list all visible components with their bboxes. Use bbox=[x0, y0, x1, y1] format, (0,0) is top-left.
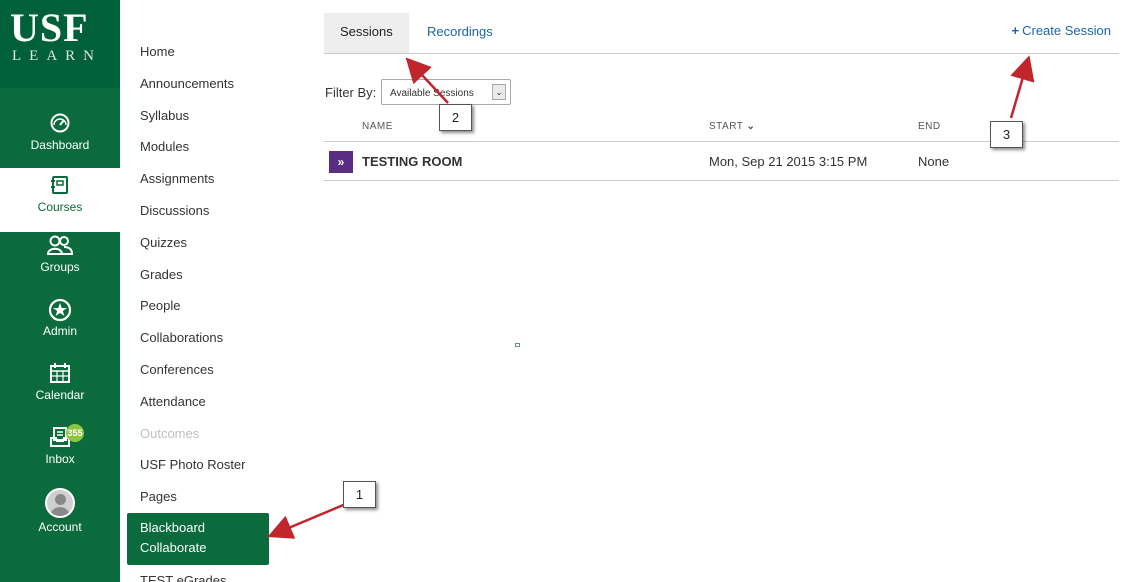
callout-arrow-3 bbox=[1009, 55, 1035, 119]
callout-2: 2 bbox=[439, 104, 472, 131]
callout-arrow-1 bbox=[267, 501, 349, 539]
callout-3: 3 bbox=[990, 121, 1023, 148]
callout-arrow-2 bbox=[405, 57, 449, 104]
callout-1: 1 bbox=[343, 481, 376, 508]
annotation-arrows bbox=[267, 55, 1035, 539]
